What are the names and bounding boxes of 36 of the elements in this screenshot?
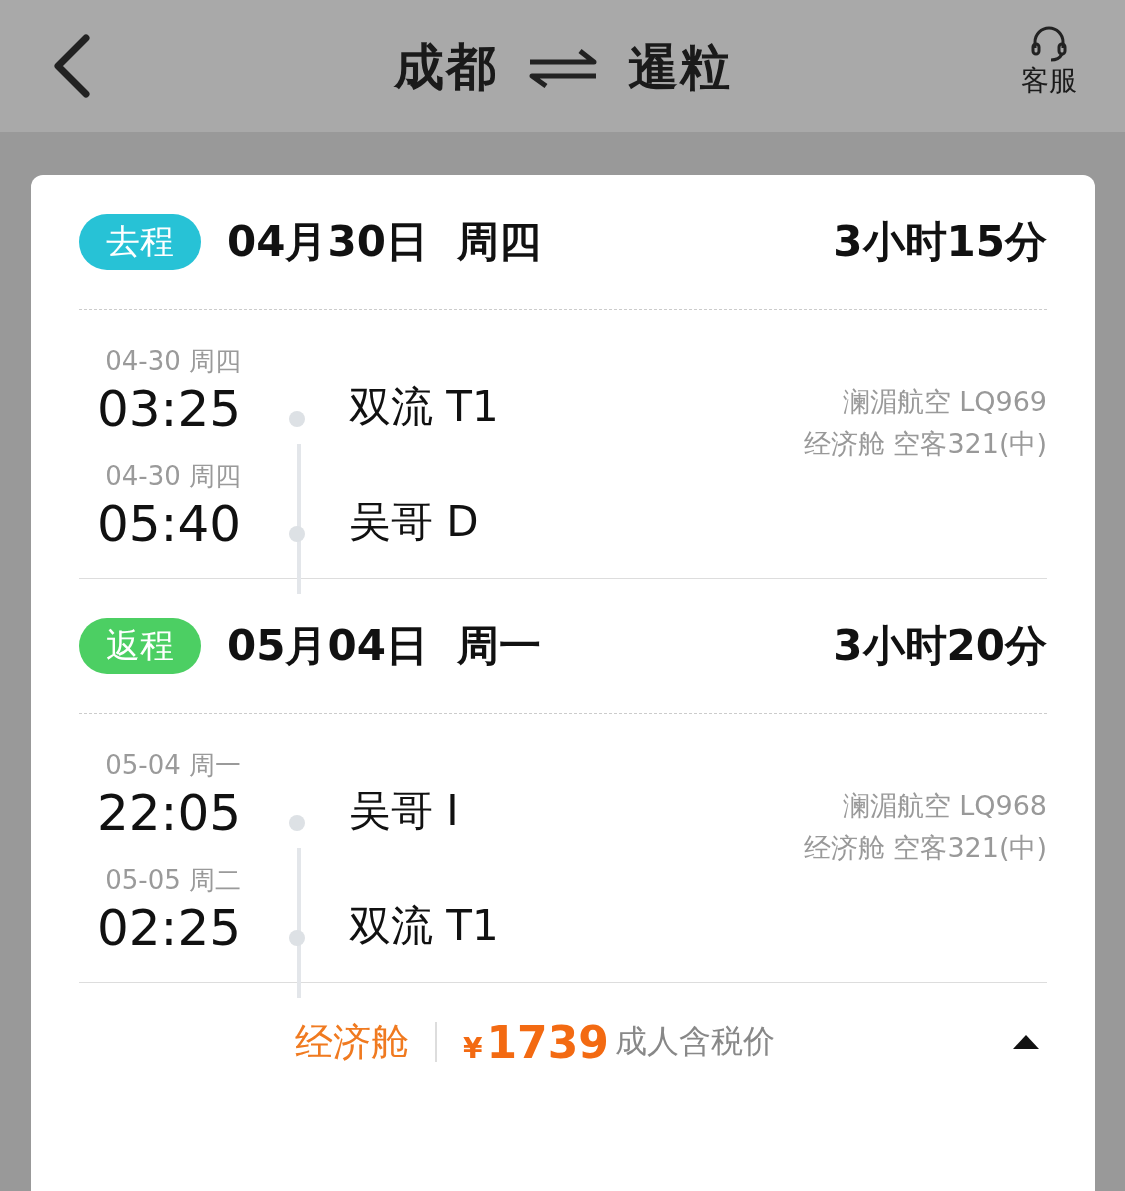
price-note: 成人含税价 <box>614 1021 775 1062</box>
stop-time: 02:25 <box>96 898 241 958</box>
customer-service-button[interactable]: 客服 <box>1021 26 1077 100</box>
cabin-aircraft: 经济舱 空客321(中) <box>803 831 1047 865</box>
airport-name: 双流 T1 <box>349 381 499 433</box>
caret-icon[interactable] <box>1013 1035 1039 1049</box>
airport-name: 双流 T1 <box>349 900 499 952</box>
stop-date: 05-05 周二 <box>105 864 241 897</box>
destination-city: 暹粒 <box>627 37 732 98</box>
timeline-dot <box>289 815 305 831</box>
cabin-aircraft: 经济舱 空客321(中) <box>803 427 1047 461</box>
price: ¥1739 <box>463 1016 609 1068</box>
swap-icon[interactable] <box>527 47 598 88</box>
stop-time: 05:40 <box>96 494 241 554</box>
trip-badge: 去程 <box>79 214 201 270</box>
trip-date: 05月04日 周一 <box>227 620 542 672</box>
trip-duration: 3小时15分 <box>833 216 1047 268</box>
stop-date: 05-04 周一 <box>105 749 241 782</box>
airport-name: 吴哥 D <box>349 496 479 548</box>
stop-date: 04-30 周四 <box>105 345 241 378</box>
timeline-dot <box>289 526 305 542</box>
headset-icon <box>1029 26 1069 62</box>
timeline-dot <box>289 930 305 946</box>
trip-date: 04月30日 周四 <box>227 216 542 268</box>
back-button[interactable] <box>52 34 92 98</box>
flight-number: 澜湄航空 LQ969 <box>842 385 1047 419</box>
origin-city: 成都 <box>393 37 498 98</box>
cabin-class: 经济舱 <box>295 1018 409 1066</box>
timeline-dot <box>289 411 305 427</box>
trip-duration: 3小时20分 <box>833 620 1047 672</box>
stop-time: 03:25 <box>96 379 241 439</box>
stop-date: 04-30 周四 <box>105 460 241 493</box>
flight-number: 澜湄航空 LQ968 <box>842 789 1047 823</box>
airport-name: 吴哥 I <box>349 785 459 837</box>
trip-badge: 返程 <box>79 618 201 674</box>
stop-time: 22:05 <box>96 783 241 843</box>
